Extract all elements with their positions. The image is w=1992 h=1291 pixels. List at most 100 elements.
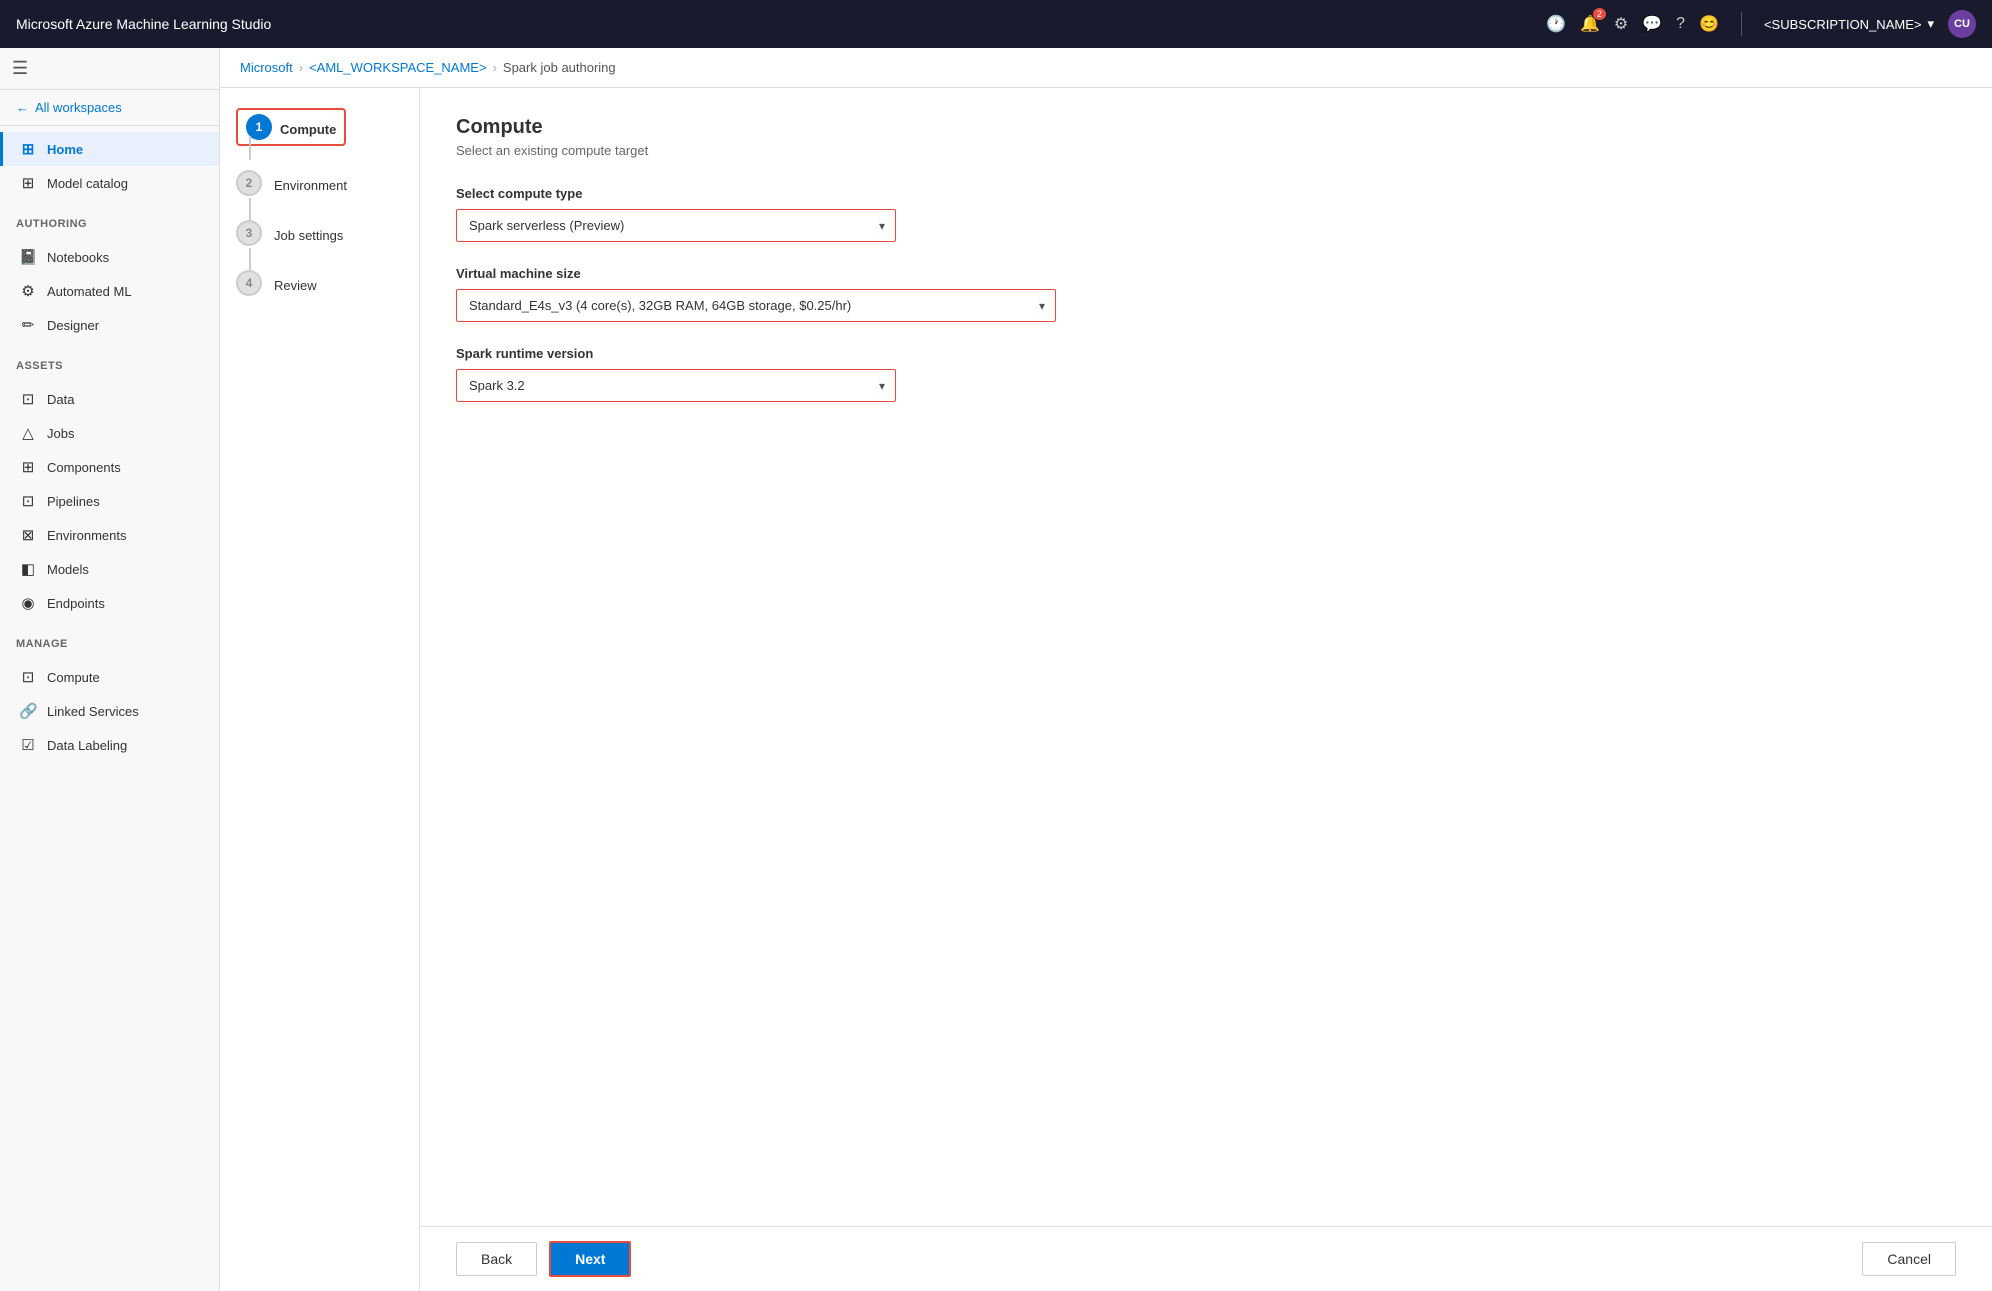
wizard-panel: 1 Compute 2 Environment <box>220 88 420 1291</box>
sidebar-item-notebooks-label: Notebooks <box>47 250 109 265</box>
sidebar-item-home[interactable]: ⊞ Home <box>0 132 219 166</box>
sidebar-item-automated-ml[interactable]: ⚙ Automated ML <box>0 274 219 308</box>
sidebar-item-linked-services-label: Linked Services <box>47 704 139 719</box>
compute-type-select-wrapper: Spark serverless (Preview) ▾ <box>456 209 896 242</box>
sidebar-item-data-labeling[interactable]: ☑ Data Labeling <box>0 728 219 762</box>
vm-size-field: Virtual machine size Standard_E4s_v3 (4 … <box>456 266 1956 322</box>
sidebar-item-jobs[interactable]: △ Jobs <box>0 416 219 450</box>
data-icon: ⊡ <box>19 390 37 408</box>
manage-section-label: Manage <box>0 626 219 654</box>
wizard-step-environment: 2 Environment <box>236 170 403 196</box>
content-area: Microsoft › <AML_WORKSPACE_NAME> › Spark… <box>220 48 1992 1291</box>
pipelines-icon: ⊡ <box>19 492 37 510</box>
notification-badge: 2 <box>1593 8 1606 20</box>
breadcrumb-sep-2: › <box>493 60 497 75</box>
cancel-button[interactable]: Cancel <box>1862 1242 1956 1276</box>
sidebar-item-data[interactable]: ⊡ Data <box>0 382 219 416</box>
app-title: Microsoft Azure Machine Learning Studio <box>16 16 1546 32</box>
endpoints-icon: ◉ <box>19 594 37 612</box>
vm-size-label: Virtual machine size <box>456 266 1956 281</box>
sidebar-item-linked-services[interactable]: 🔗 Linked Services <box>0 694 219 728</box>
wizard-step-2-circle: 2 <box>236 170 262 196</box>
avatar[interactable]: CU <box>1948 10 1976 38</box>
wizard-connector-1 <box>249 136 251 160</box>
compute-type-label: Select compute type <box>456 186 1956 201</box>
account-selector[interactable]: <SUBSCRIPTION_NAME> ▾ <box>1764 16 1934 32</box>
sidebar-section-manage: ⊡ Compute 🔗 Linked Services ☑ Data Label… <box>0 654 219 768</box>
back-button[interactable]: Back <box>456 1242 537 1276</box>
sidebar-item-model-catalog[interactable]: ⊞ Model catalog <box>0 166 219 200</box>
assets-section-label: Assets <box>0 348 219 376</box>
sidebar-item-endpoints[interactable]: ◉ Endpoints <box>0 586 219 620</box>
sidebar-item-designer[interactable]: ✏ Designer <box>0 308 219 342</box>
sidebar-section-authoring: 📓 Notebooks ⚙ Automated ML ✏ Designer <box>0 234 219 348</box>
sidebar-item-data-label: Data <box>47 392 74 407</box>
wizard-step-3-circle: 3 <box>236 220 262 246</box>
notification-icon[interactable]: 🔔 2 <box>1580 14 1600 34</box>
wizard-step-1-label: Compute <box>280 118 336 137</box>
environments-icon: ⊠ <box>19 526 37 544</box>
top-navigation: Microsoft Azure Machine Learning Studio … <box>0 0 1992 48</box>
compute-type-select[interactable]: Spark serverless (Preview) <box>457 210 895 241</box>
wizard-step-2-label: Environment <box>274 174 347 193</box>
sidebar-item-models[interactable]: ◧ Models <box>0 552 219 586</box>
notebooks-icon: 📓 <box>19 248 37 266</box>
home-icon: ⊞ <box>19 140 37 158</box>
models-icon: ◧ <box>19 560 37 578</box>
wizard-step-job-settings: 3 Job settings <box>236 220 403 246</box>
compute-manage-icon: ⊡ <box>19 668 37 686</box>
sidebar-item-designer-label: Designer <box>47 318 99 333</box>
sidebar-item-automated-ml-label: Automated ML <box>47 284 132 299</box>
breadcrumb-microsoft[interactable]: Microsoft <box>240 60 293 75</box>
wizard-step-review: 4 Review <box>236 270 403 296</box>
form-title: Compute <box>456 116 1956 139</box>
sidebar-item-pipelines[interactable]: ⊡ Pipelines <box>0 484 219 518</box>
wizard-step-1-box: 1 Compute <box>236 108 346 146</box>
sidebar-item-data-labeling-label: Data Labeling <box>47 738 127 753</box>
user-icon[interactable]: 😊 <box>1699 14 1719 34</box>
account-chevron-icon: ▾ <box>1927 16 1934 32</box>
vm-size-select[interactable]: Standard_E4s_v3 (4 core(s), 32GB RAM, 64… <box>457 290 1055 321</box>
designer-icon: ✏ <box>19 316 37 334</box>
sidebar-top: ☰ <box>0 48 219 90</box>
sidebar-item-pipelines-label: Pipelines <box>47 494 100 509</box>
breadcrumb: Microsoft › <AML_WORKSPACE_NAME> › Spark… <box>220 48 1992 88</box>
nav-divider <box>1741 12 1742 36</box>
spark-version-select[interactable]: Spark 3.2 <box>457 370 895 401</box>
breadcrumb-workspace[interactable]: <AML_WORKSPACE_NAME> <box>309 60 486 75</box>
settings-icon[interactable]: ⚙ <box>1614 14 1628 34</box>
components-icon: ⊞ <box>19 458 37 476</box>
account-name: <SUBSCRIPTION_NAME> <box>1764 17 1922 32</box>
all-workspaces-label: All workspaces <box>35 100 122 115</box>
wizard-step-compute: 1 Compute <box>236 108 403 146</box>
sidebar-item-compute[interactable]: ⊡ Compute <box>0 660 219 694</box>
feedback-icon[interactable]: 💬 <box>1642 14 1662 34</box>
hamburger-icon[interactable]: ☰ <box>12 58 28 79</box>
model-catalog-icon: ⊞ <box>19 174 37 192</box>
history-icon[interactable]: 🕐 <box>1546 14 1566 34</box>
wizard-connector-2 <box>249 198 251 222</box>
sidebar-all-workspaces[interactable]: ← All workspaces <box>0 90 219 126</box>
spark-version-select-wrapper: Spark 3.2 ▾ <box>456 369 896 402</box>
form-subtitle: Select an existing compute target <box>456 143 1956 158</box>
authoring-section-label: Authoring <box>0 206 219 234</box>
sidebar-section-assets: ⊡ Data △ Jobs ⊞ Components ⊡ Pipelines ⊠… <box>0 376 219 626</box>
sidebar-item-models-label: Models <box>47 562 89 577</box>
sidebar-item-compute-label: Compute <box>47 670 100 685</box>
sidebar-item-notebooks[interactable]: 📓 Notebooks <box>0 240 219 274</box>
top-nav-icons: 🕐 🔔 2 ⚙ 💬 ? 😊 <SUBSCRIPTION_NAME> ▾ CU <box>1546 10 1976 38</box>
sidebar-item-components-label: Components <box>47 460 121 475</box>
jobs-icon: △ <box>19 424 37 442</box>
back-arrow-icon: ← <box>16 100 29 115</box>
bottom-bar: Back Next Cancel <box>420 1226 1992 1291</box>
next-button[interactable]: Next <box>549 1241 631 1277</box>
sidebar-item-components[interactable]: ⊞ Components <box>0 450 219 484</box>
sidebar-item-model-catalog-label: Model catalog <box>47 176 128 191</box>
compute-type-field: Select compute type Spark serverless (Pr… <box>456 186 1956 242</box>
wizard-connector-3 <box>249 248 251 272</box>
automated-ml-icon: ⚙ <box>19 282 37 300</box>
help-icon[interactable]: ? <box>1676 15 1685 33</box>
vm-size-select-wrapper: Standard_E4s_v3 (4 core(s), 32GB RAM, 64… <box>456 289 1056 322</box>
sidebar-item-environments[interactable]: ⊠ Environments <box>0 518 219 552</box>
wizard-step-3-label: Job settings <box>274 224 343 243</box>
